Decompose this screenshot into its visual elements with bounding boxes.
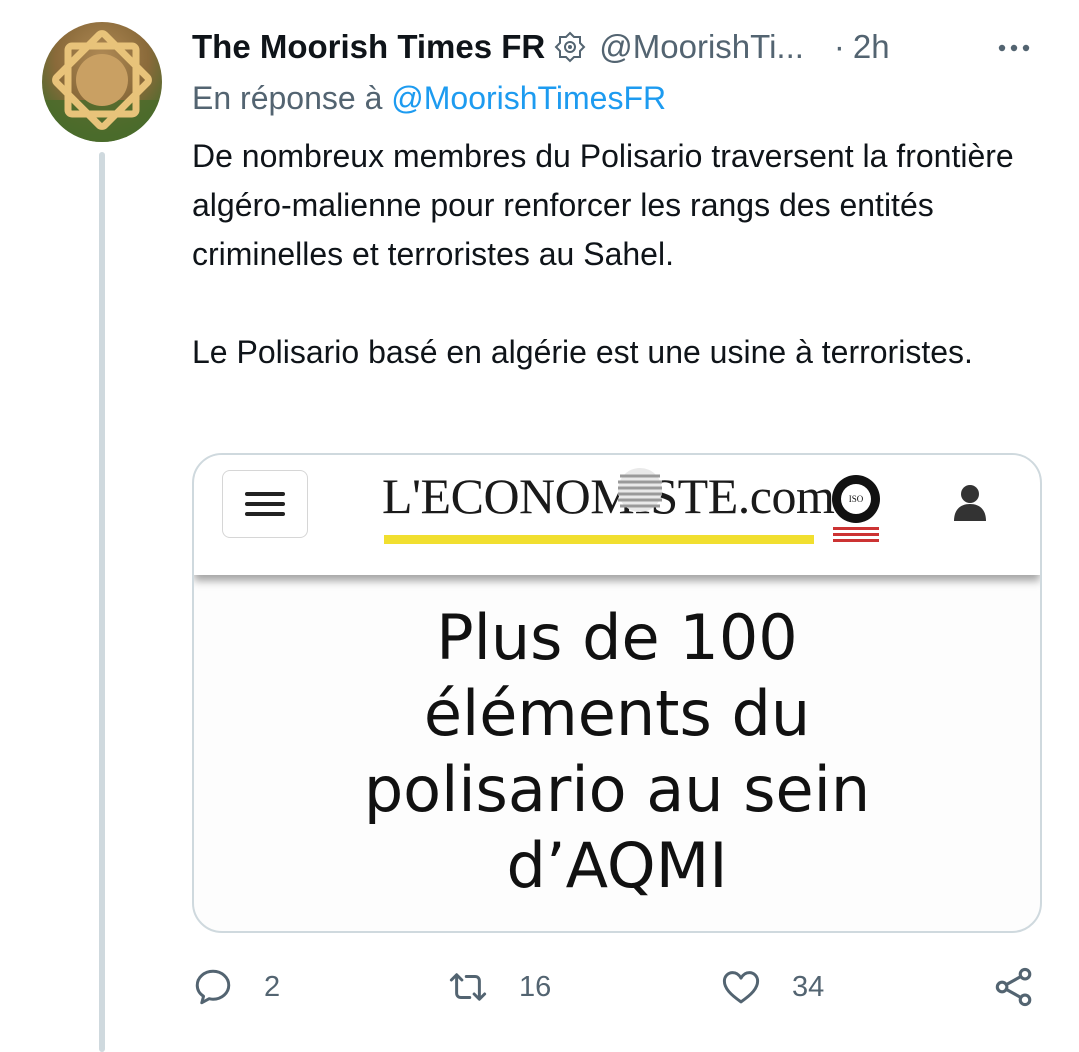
retweet-count: 16 (519, 970, 552, 1003)
avatar[interactable] (42, 22, 162, 142)
site-logo-text: L'ECONOMISTE.com (382, 468, 835, 524)
like-button[interactable]: 34 (720, 962, 824, 1012)
heart-icon (722, 971, 760, 1004)
thread-line (99, 152, 105, 1052)
site-logo: L'ECONOMISTE.com ISO (382, 463, 902, 553)
share-button[interactable] (992, 962, 1036, 1012)
reply-icon (195, 969, 231, 1005)
tweet-header: The Moorish Times FR @MoorishTi... · 2h (192, 24, 1042, 70)
display-name[interactable]: The Moorish Times FR (192, 28, 545, 66)
like-count: 34 (792, 970, 825, 1003)
user-account-icon (954, 485, 986, 521)
tweet-paragraph: Le Polisario basé en algérie est une usi… (192, 334, 973, 370)
verified-badge-icon (553, 30, 587, 64)
tweet-media-image[interactable]: L'ECONOMISTE.com ISO Plus de 100 élément… (192, 453, 1042, 933)
tweet-text: De nombreux membres du Polisario travers… (192, 132, 1042, 377)
headline-line: éléments du (423, 677, 811, 750)
reply-prefix: En réponse à (192, 80, 383, 116)
share-icon (995, 967, 1032, 1007)
logo-underline (384, 535, 814, 544)
headline-line: Plus de 100 (436, 601, 798, 674)
site-header: L'ECONOMISTE.com ISO (194, 455, 1040, 575)
more-options-icon[interactable] (996, 30, 1032, 66)
tweet-paragraph: De nombreux membres du Polisario travers… (192, 138, 1014, 272)
moorish-times-logo-icon (42, 30, 162, 142)
user-handle[interactable]: @MoorishTi... (599, 28, 804, 66)
reply-to-handle-link[interactable]: @MoorishTimesFR (391, 80, 666, 116)
headline-line: polisario au sein (363, 753, 871, 826)
iso-certification-badge-icon: ISO (832, 475, 880, 542)
retweet-icon (449, 973, 487, 1001)
timestamp[interactable]: 2h (853, 28, 890, 66)
hamburger-menu-icon (222, 470, 308, 538)
globe-icon (618, 468, 662, 512)
iso-badge-text: ISO (849, 494, 864, 504)
reply-count: 2 (264, 970, 281, 1003)
tweet-action-bar: 2 16 34 (192, 962, 1042, 1012)
reply-button[interactable]: 2 (192, 962, 280, 1012)
separator-dot: · (833, 28, 845, 65)
reply-context: En réponse à @MoorishTimesFR (192, 80, 666, 117)
article-headline: Plus de 100 éléments du polisario au sei… (194, 600, 1040, 904)
headline-line: d’AQMI (506, 829, 728, 902)
retweet-button[interactable]: 16 (447, 962, 551, 1012)
